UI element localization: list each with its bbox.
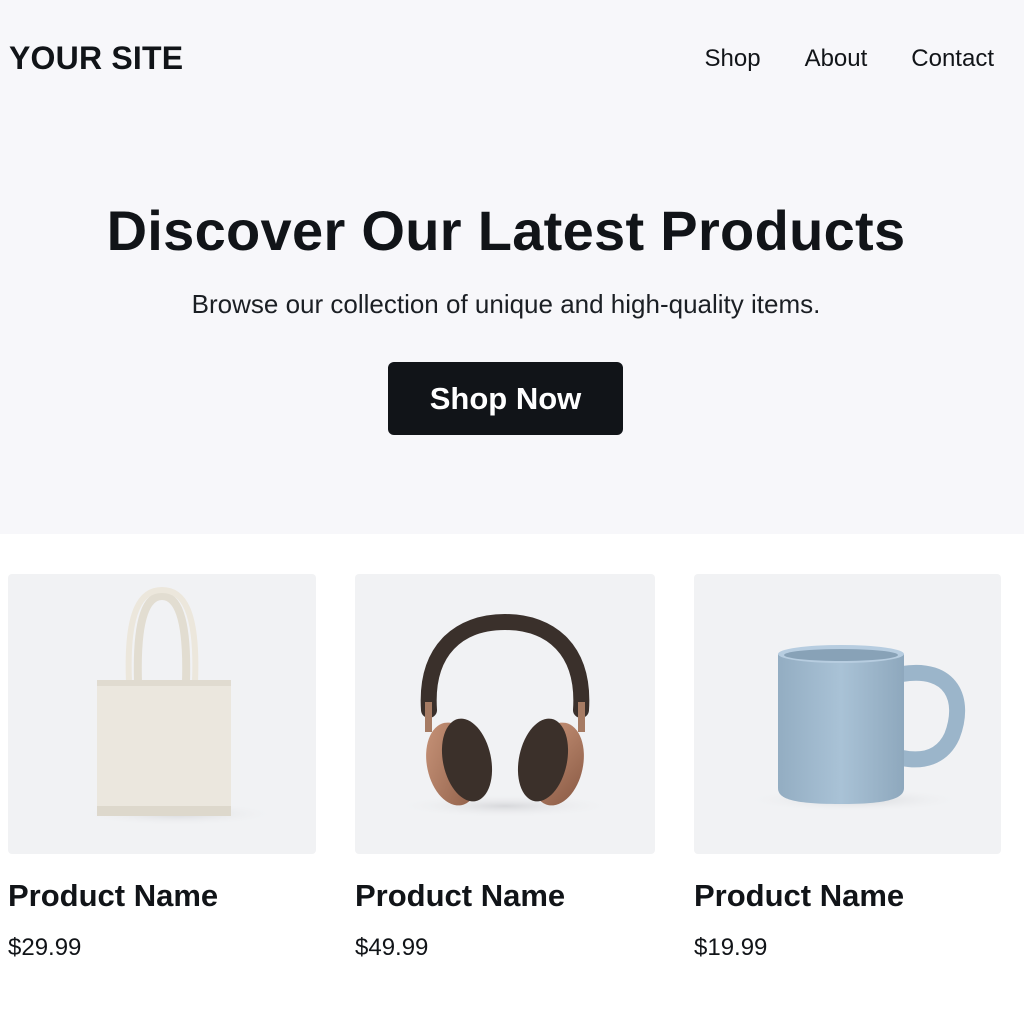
- hero-subtitle: Browse our collection of unique and high…: [191, 289, 821, 319]
- mug-image[interactable]: [694, 574, 1001, 854]
- product-card[interactable]: Product Name $19.99: [694, 574, 1001, 962]
- headphones-illustration: [395, 613, 615, 818]
- product-price: $19.99: [694, 934, 768, 961]
- mug-illustration: [744, 645, 966, 812]
- product-card[interactable]: Product Name $29.99: [8, 574, 316, 962]
- tote-bag-image[interactable]: [8, 574, 316, 854]
- nav-link-about[interactable]: About: [805, 45, 868, 73]
- hero-section: [0, 0, 1024, 534]
- hero-title: Discover Our Latest Products: [106, 199, 906, 262]
- product-price: $29.99: [8, 934, 82, 961]
- nav-link-shop[interactable]: Shop: [705, 45, 761, 73]
- product-price: $49.99: [355, 934, 429, 961]
- main-nav: Shop About Contact: [705, 45, 995, 73]
- nav-link-contact[interactable]: Contact: [911, 45, 994, 73]
- site-logo[interactable]: YOUR SITE: [9, 40, 183, 77]
- product-name[interactable]: Product Name: [8, 878, 316, 914]
- product-name[interactable]: Product Name: [694, 878, 1001, 914]
- product-card[interactable]: Product Name $49.99: [355, 574, 655, 962]
- tote-bag-illustration: [78, 586, 278, 826]
- product-name[interactable]: Product Name: [355, 878, 655, 914]
- headphones-image[interactable]: [355, 574, 655, 854]
- shop-now-button[interactable]: Shop Now: [388, 362, 623, 435]
